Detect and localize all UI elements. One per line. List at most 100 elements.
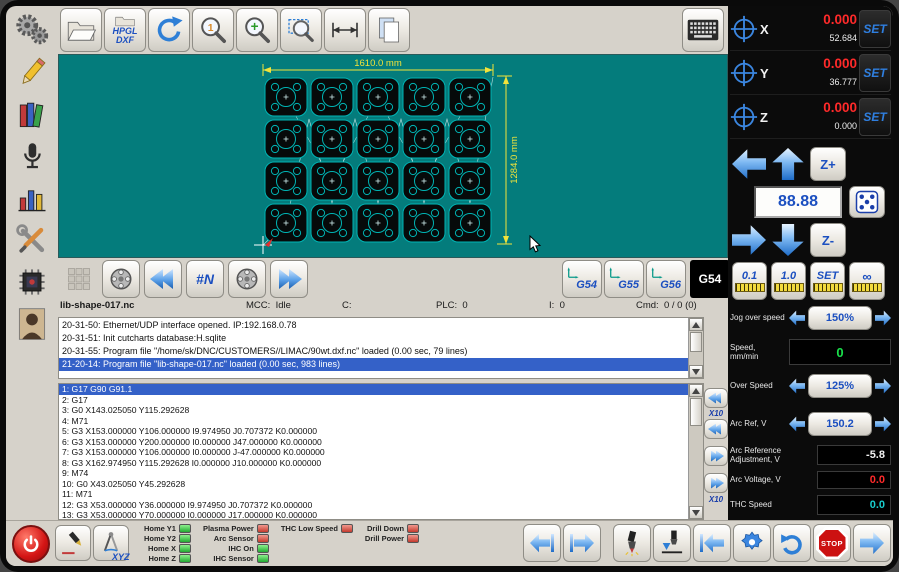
gcode-line[interactable]: 11: M71 <box>59 489 688 500</box>
override-up-x10-button[interactable] <box>704 473 728 493</box>
jog-z-minus-button[interactable]: Z- <box>810 223 846 257</box>
statistics-button[interactable] <box>10 178 54 218</box>
gcode-scrollbar[interactable] <box>688 384 703 519</box>
override-down-x10-button[interactable] <box>704 388 728 408</box>
stop-button[interactable]: STOP <box>813 524 851 562</box>
scroll-up-button[interactable] <box>689 318 703 331</box>
grid-view-button[interactable] <box>60 260 98 298</box>
nest-part[interactable] <box>265 120 307 158</box>
microphone-button[interactable] <box>10 136 54 176</box>
axis-x-crosshair-button[interactable] <box>730 15 758 43</box>
log-line[interactable]: 20-31-55: Program file "/home/sk/DNC/CUS… <box>59 345 688 358</box>
zoom-window-button[interactable]: 1 <box>192 8 234 52</box>
jog-z-plus-button[interactable]: Z+ <box>810 147 846 181</box>
scroll-up-button[interactable] <box>689 384 703 397</box>
wcs-g56-button[interactable]: G56 <box>646 260 686 298</box>
open-file-button[interactable] <box>60 8 102 52</box>
gcode-line[interactable]: 8: G3 X162.974950 Y115.292628 I0.000000 … <box>59 458 688 469</box>
start-button[interactable] <box>853 524 891 562</box>
nest-part[interactable] <box>449 204 491 242</box>
run-backward-button[interactable] <box>523 524 561 562</box>
nest-preview-canvas[interactable]: 1610.0 mm 1284.0 mm <box>58 54 728 258</box>
nest-part[interactable] <box>265 204 307 242</box>
handwheel-prev-button[interactable] <box>102 260 140 298</box>
nest-part[interactable] <box>311 204 353 242</box>
run-forward-button[interactable] <box>563 524 601 562</box>
axis-z-crosshair-button[interactable] <box>730 103 758 131</box>
settings-button[interactable] <box>10 10 54 50</box>
nest-part[interactable] <box>311 120 353 158</box>
nest-part[interactable] <box>403 204 445 242</box>
nest-part[interactable] <box>449 120 491 158</box>
torch-test-button[interactable] <box>613 524 651 562</box>
jog-y-plus-button[interactable] <box>771 148 805 180</box>
nest-part[interactable] <box>403 78 445 116</box>
library-button[interactable] <box>10 94 54 134</box>
scrollbar-thumb[interactable] <box>690 332 702 352</box>
gcode-line[interactable]: 5: G3 X153.000000 Y106.000000 I9.974950 … <box>59 426 688 437</box>
import-hpgl-dxf-button[interactable]: HPGL DXF <box>104 8 146 52</box>
gcode-line[interactable]: 2: G17 <box>59 395 688 406</box>
gcode-line[interactable]: 10: G0 X43.025050 Y45.292628 <box>59 479 688 490</box>
arc-ref-value[interactable]: 150.2 <box>808 412 872 436</box>
step-set-button[interactable]: SET <box>810 262 845 300</box>
step-continuous-button[interactable]: ∞ <box>849 262 885 300</box>
jog-x-plus-button[interactable] <box>732 224 766 256</box>
nest-part[interactable] <box>357 78 399 116</box>
marker-tool-button[interactable] <box>55 525 91 561</box>
step-1-0-button[interactable]: 1.0 <box>771 262 806 300</box>
nest-part[interactable] <box>265 78 307 116</box>
over-speed-value[interactable]: 125% <box>808 374 872 398</box>
set-x-button[interactable]: SET <box>859 10 891 48</box>
set-z-button[interactable]: SET <box>859 98 891 136</box>
axis-y-crosshair-button[interactable] <box>730 59 758 87</box>
handwheel-next-button[interactable] <box>228 260 266 298</box>
refresh-button[interactable] <box>148 8 190 52</box>
measure-button[interactable] <box>324 8 366 52</box>
virtual-keyboard-button[interactable] <box>682 8 724 52</box>
zoom-in-button[interactable]: + <box>236 8 278 52</box>
hardware-button[interactable] <box>10 262 54 302</box>
undo-button[interactable] <box>773 524 811 562</box>
zoom-fit-button[interactable] <box>280 8 322 52</box>
gcode-line[interactable]: 12: G3 X53.000000 Y36.000000 I9.974950 J… <box>59 500 688 511</box>
wcs-g54-button[interactable]: G54 <box>562 260 602 298</box>
jog-over-speed-increase-button[interactable] <box>875 310 891 326</box>
nest-part[interactable] <box>311 162 353 200</box>
step-0-1-button[interactable]: 0.1 <box>732 262 767 300</box>
torch-touch-off-button[interactable] <box>653 524 691 562</box>
jog-over-speed-value[interactable]: 150% <box>808 306 872 330</box>
program-forward-button[interactable] <box>270 260 308 298</box>
gcode-line[interactable]: 6: G3 X153.000000 Y200.000000 I0.000000 … <box>59 437 688 448</box>
over-speed-decrease-button[interactable] <box>789 378 805 394</box>
nest-part[interactable] <box>449 78 491 116</box>
scroll-down-button[interactable] <box>689 365 703 378</box>
log-line[interactable]: 20-31-50: Ethernet/UDP interface opened.… <box>59 319 688 332</box>
pages-button[interactable] <box>368 8 410 52</box>
gcode-line[interactable]: 3: G0 X143.025050 Y115.292628 <box>59 405 688 416</box>
nest-part[interactable] <box>265 162 307 200</box>
nest-part[interactable] <box>403 162 445 200</box>
power-button[interactable] <box>12 525 50 563</box>
override-down-button[interactable] <box>704 419 728 439</box>
scroll-down-button[interactable] <box>689 506 703 519</box>
goto-line-button[interactable]: #N <box>186 260 224 298</box>
goto-program-start-button[interactable] <box>693 524 731 562</box>
log-line[interactable]: 20-31-51: Init cutcharts database:H.sqli… <box>59 332 688 345</box>
jog-y-minus-button[interactable] <box>771 224 805 256</box>
gcode-line[interactable]: 9: M74 <box>59 468 688 479</box>
gcode-line[interactable]: 13: G3 X53.000000 Y70.000000 I0.000000 J… <box>59 510 688 520</box>
gcode-line[interactable]: 7: G3 X153.000000 Y106.000000 I0.000000 … <box>59 447 688 458</box>
nest-part[interactable] <box>357 120 399 158</box>
nest-part[interactable] <box>449 162 491 200</box>
jog-over-speed-decrease-button[interactable] <box>789 310 805 326</box>
cam-mode-button[interactable] <box>733 524 771 562</box>
jog-x-minus-button[interactable] <box>732 148 766 180</box>
handwheel-mode-button[interactable] <box>849 186 885 218</box>
arc-ref-decrease-button[interactable] <box>789 416 805 432</box>
edit-program-button[interactable] <box>10 52 54 92</box>
gcode-list[interactable]: 1: G17 G90 G91.12: G173: G0 X143.025050 … <box>58 383 704 520</box>
scrollbar-thumb[interactable] <box>690 398 702 426</box>
nest-part[interactable] <box>357 204 399 242</box>
log-line[interactable]: 21-20-14: Program file "lib-shape-017.nc… <box>59 358 688 371</box>
